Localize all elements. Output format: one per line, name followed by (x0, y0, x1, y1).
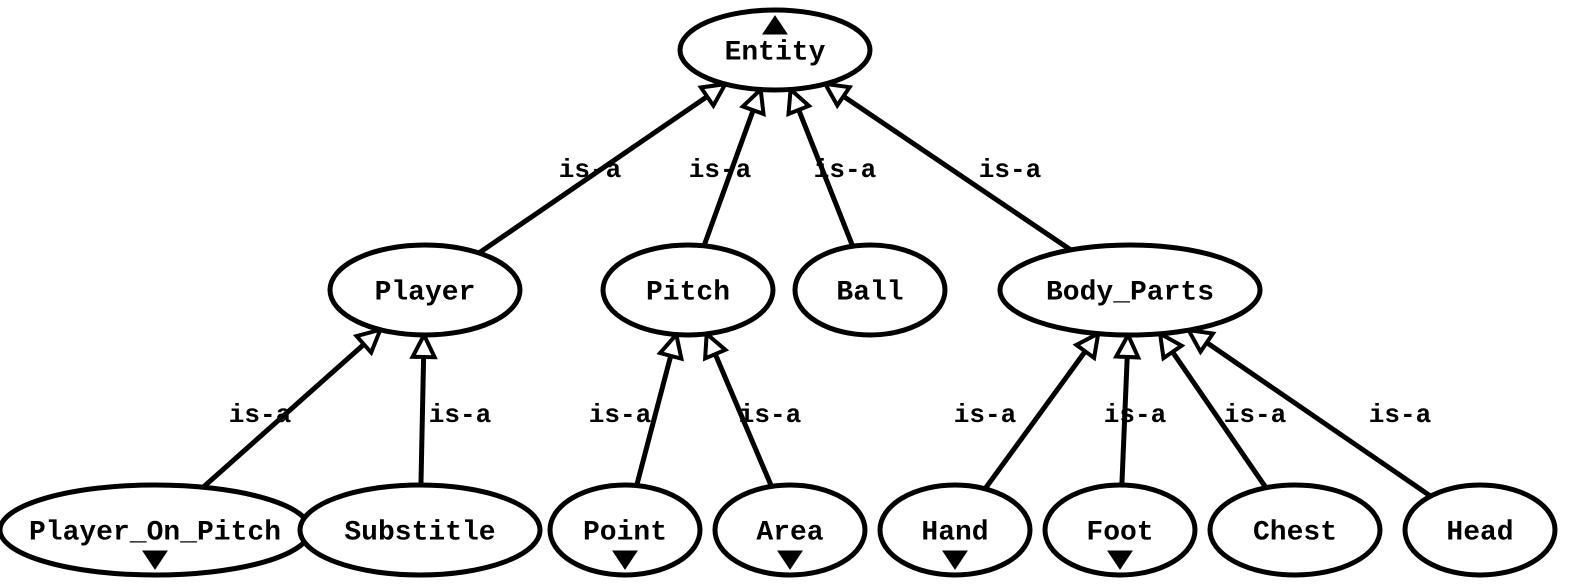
node-label: Substitle (344, 517, 495, 548)
node-label: Foot (1086, 517, 1153, 548)
arrowhead-icon (1116, 335, 1138, 357)
edge-label: is-a (954, 400, 1016, 430)
arrowhead-icon (825, 84, 849, 105)
node-label: Head (1446, 517, 1513, 548)
arrowhead-icon (1160, 334, 1182, 358)
edge-label: is-a (229, 400, 291, 430)
node-label: Pitch (646, 277, 730, 308)
node-point: Point (550, 485, 700, 575)
edge-label: is-a (559, 155, 621, 185)
arrowhead-icon (413, 335, 435, 357)
edge-label: is-a (1369, 400, 1431, 430)
arrowhead-icon (743, 90, 764, 114)
node-player: Player (330, 245, 520, 335)
node-label: Player (375, 277, 476, 308)
node-player_on_pitch: Player_On_Pitch (0, 485, 310, 575)
node-body_parts: Body_Parts (1000, 245, 1260, 335)
edge-label: is-a (979, 155, 1041, 185)
node-label: Hand (921, 517, 988, 548)
node-ball: Ball (795, 245, 945, 335)
node-label: Entity (725, 37, 826, 68)
arrowhead-icon (660, 335, 681, 359)
arrowhead-icon (1076, 334, 1098, 358)
edge-label: is-a (814, 155, 876, 185)
node-chest: Chest (1210, 485, 1380, 575)
node-head: Head (1405, 485, 1555, 575)
edge-label: is-a (429, 400, 491, 430)
node-hand: Hand (880, 485, 1030, 575)
edge-label: is-a (589, 400, 651, 430)
node-label: Area (756, 517, 823, 548)
node-label: Body_Parts (1046, 277, 1214, 308)
edge-label: is-a (1224, 400, 1286, 430)
edge-label: is-a (739, 400, 801, 430)
node-label: Point (583, 517, 667, 548)
arrowhead-icon (1189, 330, 1213, 352)
node-pitch: Pitch (603, 245, 773, 335)
ontology-diagram: Entity Player Pitch Ball Body_Parts Player_On… (0, 0, 1595, 586)
node-label: Player_On_Pitch (29, 517, 281, 548)
arrowhead-icon (705, 334, 725, 359)
arrowhead-icon (788, 89, 808, 114)
edge-label: is-a (1104, 400, 1166, 430)
arrowhead-icon (701, 84, 725, 106)
edge-substitle-to-player (421, 357, 424, 485)
node-entity: Entity (680, 10, 870, 90)
node-label: Ball (836, 277, 903, 308)
node-area: Area (715, 485, 865, 575)
edge-label: is-a (689, 155, 751, 185)
node-foot: Foot (1045, 485, 1195, 575)
node-substitle: Substitle (300, 485, 540, 575)
node-label: Chest (1253, 517, 1337, 548)
